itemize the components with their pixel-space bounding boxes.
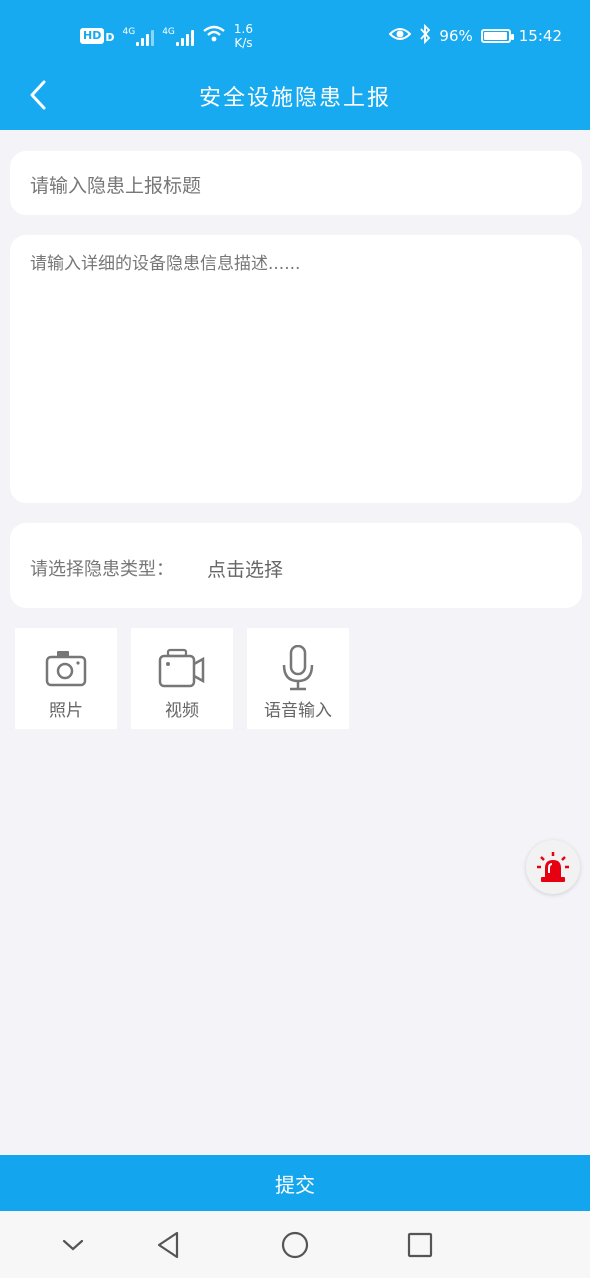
battery-level [483, 32, 507, 40]
description-textarea[interactable]: 请输入详细的设备隐患信息描述...... [10, 235, 582, 503]
alarm-siren-icon [537, 852, 569, 882]
title-placeholder: 请输入隐患上报标题 [30, 175, 202, 197]
microphone-icon [281, 645, 315, 691]
video-button[interactable]: 视频 [131, 628, 233, 729]
back-triangle-icon [157, 1231, 179, 1259]
photo-label: 照片 [49, 701, 83, 721]
status-bar: HD D 4G 4G 1.6 K/s 96% 15:42 [0, 18, 590, 54]
nav-collapse-button[interactable] [57, 1229, 89, 1261]
page-title: 安全设施隐患上报 [198, 86, 391, 111]
system-nav-bar [0, 1211, 590, 1278]
voice-input-label: 语音输入 [264, 701, 332, 721]
voice-input-button[interactable]: 语音输入 [247, 628, 349, 729]
header-bar: HD D 4G 4G 1.6 K/s 96% 15:42 安全设施隐患上报 [0, 0, 590, 130]
recents-square-icon [407, 1232, 433, 1258]
net-speed: 1.6 K/s [233, 22, 253, 50]
home-circle-icon [281, 1231, 309, 1259]
signal-2: 4G [162, 26, 194, 46]
signal-bars-icon [175, 26, 194, 46]
nav-back-button[interactable] [152, 1229, 184, 1261]
camera-icon [45, 646, 87, 690]
nav-bar: 安全设施隐患上报 [0, 62, 590, 130]
app-screen: HD D 4G 4G 1.6 K/s 96% 15:42 安全设施隐患上报 请输… [0, 0, 590, 1278]
video-label: 视频 [165, 701, 199, 721]
nav-home-button[interactable] [279, 1229, 311, 1261]
hazard-type-label: 请选择隐患类型： [30, 559, 174, 580]
title-input[interactable]: 请输入隐患上报标题 [10, 151, 582, 215]
signal-bars-icon [136, 26, 155, 46]
submit-label: 提交 [275, 1172, 315, 1197]
video-camera-icon [158, 646, 206, 690]
submit-button[interactable]: 提交 [0, 1155, 590, 1211]
bluetooth-icon [419, 23, 431, 48]
eye-icon [389, 26, 412, 46]
battery-icon [480, 29, 514, 43]
battery-percent: 96% [439, 27, 473, 45]
alarm-button[interactable] [526, 840, 580, 894]
chevron-down-icon [62, 1239, 84, 1251]
hd-indicator: HD D [80, 28, 114, 44]
clock: 15:42 [518, 27, 562, 45]
hazard-type-selector[interactable]: 请选择隐患类型： 点击选择 [10, 523, 582, 608]
photo-button[interactable]: 照片 [15, 628, 117, 729]
signal-1: 4G [122, 26, 155, 46]
description-placeholder: 请输入详细的设备隐患信息描述...... [30, 254, 301, 274]
wifi-icon [202, 24, 226, 48]
nav-recents-button[interactable] [404, 1229, 436, 1261]
hazard-type-value[interactable]: 点击选择 [207, 555, 283, 582]
